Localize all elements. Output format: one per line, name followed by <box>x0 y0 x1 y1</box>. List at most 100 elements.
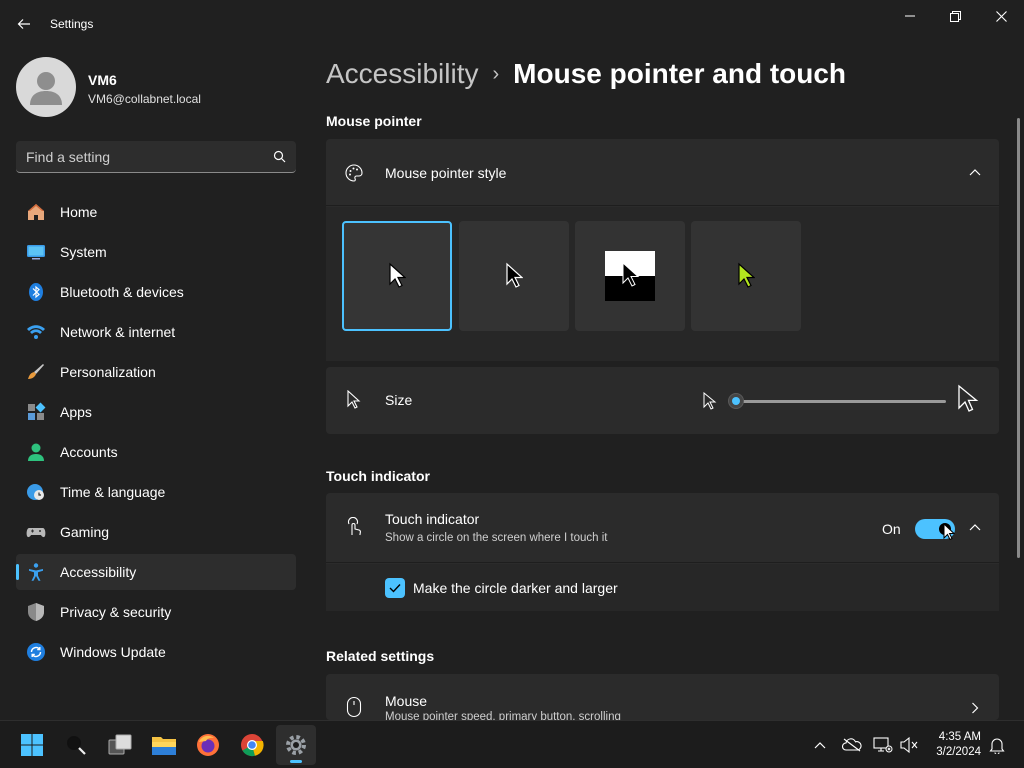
clock-globe-icon <box>26 482 46 502</box>
taskbar-search-button[interactable] <box>56 725 96 765</box>
checkmark-icon <box>389 584 401 593</box>
pointer-style-custom[interactable] <box>691 221 801 331</box>
minimize-icon <box>905 15 915 17</box>
touch-hand-icon <box>344 517 364 537</box>
settings-taskbar-button[interactable] <box>276 725 316 765</box>
sidebar-item-personalization[interactable]: Personalization <box>16 354 296 390</box>
restore-icon <box>949 10 961 22</box>
sidebar-item-home[interactable]: Home <box>16 194 296 230</box>
file-explorer-button[interactable] <box>144 725 184 765</box>
mouse-icon <box>344 696 364 718</box>
chevron-up-icon[interactable] <box>965 162 985 182</box>
darker-circle-checkbox[interactable] <box>385 578 405 598</box>
back-button[interactable] <box>10 10 38 38</box>
toggle-state-label: On <box>882 521 901 537</box>
chevron-up-icon[interactable] <box>965 517 985 537</box>
sidebar-item-label: Apps <box>60 404 92 420</box>
size-slider-track[interactable] <box>736 400 946 403</box>
breadcrumb-separator: › <box>492 62 500 85</box>
wifi-icon <box>26 322 46 342</box>
touch-indicator-label: Touch indicator <box>385 511 480 527</box>
accounts-icon <box>26 442 46 462</box>
large-pointer-icon <box>957 384 979 419</box>
sidebar-item-windows-update[interactable]: Windows Update <box>16 634 296 670</box>
touch-indicator-description: Show a circle on the screen where I touc… <box>385 532 608 544</box>
sidebar-item-network[interactable]: Network & internet <box>16 314 296 350</box>
mouse-pointer-style-header[interactable]: Mouse pointer style <box>326 139 999 206</box>
home-icon <box>26 202 46 222</box>
touch-indicator-card: Touch indicator Show a circle on the scr… <box>326 493 999 611</box>
sidebar-nav: Home System Bluetooth & devices Network … <box>16 194 296 674</box>
sidebar-item-privacy[interactable]: Privacy & security <box>16 594 296 630</box>
update-icon <box>26 642 46 662</box>
scrollbar[interactable] <box>1017 118 1020 558</box>
custom-color-pointer-icon <box>738 262 755 288</box>
sidebar-item-label: Bluetooth & devices <box>60 284 184 300</box>
mouse-pointer-style-label: Mouse pointer style <box>385 165 507 181</box>
avatar[interactable] <box>16 57 76 117</box>
size-slider-thumb[interactable] <box>728 393 744 409</box>
pointer-outline-icon <box>344 390 364 410</box>
sidebar-item-label: Network & internet <box>60 324 176 340</box>
user-silhouette-icon <box>30 72 62 105</box>
inverted-pointer-icon <box>605 251 655 301</box>
volume-muted-icon[interactable] <box>899 735 919 755</box>
firefox-button[interactable] <box>188 725 228 765</box>
sidebar-item-label: Personalization <box>60 364 156 380</box>
clock-date: 3/2/2024 <box>936 746 981 758</box>
user-email: VM6@collabnet.local <box>88 92 201 106</box>
sidebar-item-apps[interactable]: Apps <box>16 394 296 430</box>
main-content: Accessibility › Mouse pointer and touch … <box>312 48 1024 720</box>
mouse-cursor-icon <box>943 522 956 546</box>
sidebar-item-system[interactable]: System <box>16 234 296 270</box>
size-label: Size <box>385 392 413 408</box>
sidebar-item-time-language[interactable]: Time & language <box>16 474 296 510</box>
task-view-button[interactable] <box>100 725 140 765</box>
sidebar-item-bluetooth[interactable]: Bluetooth & devices <box>16 274 296 310</box>
clock-time: 4:35 AM <box>938 731 981 743</box>
minimize-button[interactable] <box>887 4 933 28</box>
sidebar-item-accessibility[interactable]: Accessibility <box>16 554 296 590</box>
mouse-pointer-style-card: Mouse pointer style <box>326 139 999 361</box>
taskbar: 4:35 AM 3/2/2024 <box>0 720 1024 768</box>
chrome-button[interactable] <box>232 725 272 765</box>
black-pointer-icon <box>506 262 523 288</box>
accessibility-icon <box>26 562 46 582</box>
sidebar-item-label: Accounts <box>60 444 118 460</box>
notification-bell-icon[interactable] <box>987 735 1007 755</box>
close-button[interactable] <box>978 4 1024 28</box>
related-mouse-card[interactable]: Mouse Mouse pointer speed, primary butto… <box>326 674 999 720</box>
search-icon <box>67 736 86 755</box>
restore-button[interactable] <box>932 4 978 28</box>
bluetooth-icon <box>26 282 46 302</box>
taskbar-clock[interactable]: 4:35 AM 3/2/2024 <box>925 730 981 760</box>
small-pointer-icon <box>703 391 717 415</box>
pointer-style-inverted[interactable] <box>575 221 685 331</box>
touch-indicator-header[interactable]: Touch indicator Show a circle on the scr… <box>326 493 999 563</box>
close-icon <box>995 10 1007 22</box>
user-name: VM6 <box>88 72 117 88</box>
search-icon <box>273 150 286 163</box>
pointer-style-black[interactable] <box>459 221 569 331</box>
sidebar-item-gaming[interactable]: Gaming <box>16 514 296 550</box>
chevron-up-icon[interactable] <box>810 735 830 755</box>
chrome-icon <box>241 734 264 757</box>
title-bar: Settings <box>0 0 1024 48</box>
pointer-style-white[interactable] <box>342 221 452 331</box>
search-box[interactable] <box>16 141 296 173</box>
search-input[interactable] <box>26 148 273 165</box>
network-disconnected-icon[interactable] <box>873 735 893 755</box>
palette-icon <box>344 163 364 183</box>
breadcrumb: Accessibility › Mouse pointer and touch <box>326 58 846 90</box>
sidebar-item-label: Privacy & security <box>60 604 172 620</box>
app-title: Settings <box>50 17 94 31</box>
touch-indicator-options: Make the circle darker and larger <box>326 564 999 611</box>
section-title-mouse-pointer: Mouse pointer <box>326 113 422 129</box>
section-title-related-settings: Related settings <box>326 648 435 664</box>
start-icon <box>21 734 43 756</box>
brush-icon <box>26 362 46 382</box>
sidebar-item-accounts[interactable]: Accounts <box>16 434 296 470</box>
start-button[interactable] <box>12 725 52 765</box>
onedrive-offline-icon[interactable] <box>842 735 862 755</box>
breadcrumb-parent[interactable]: Accessibility <box>326 58 478 90</box>
